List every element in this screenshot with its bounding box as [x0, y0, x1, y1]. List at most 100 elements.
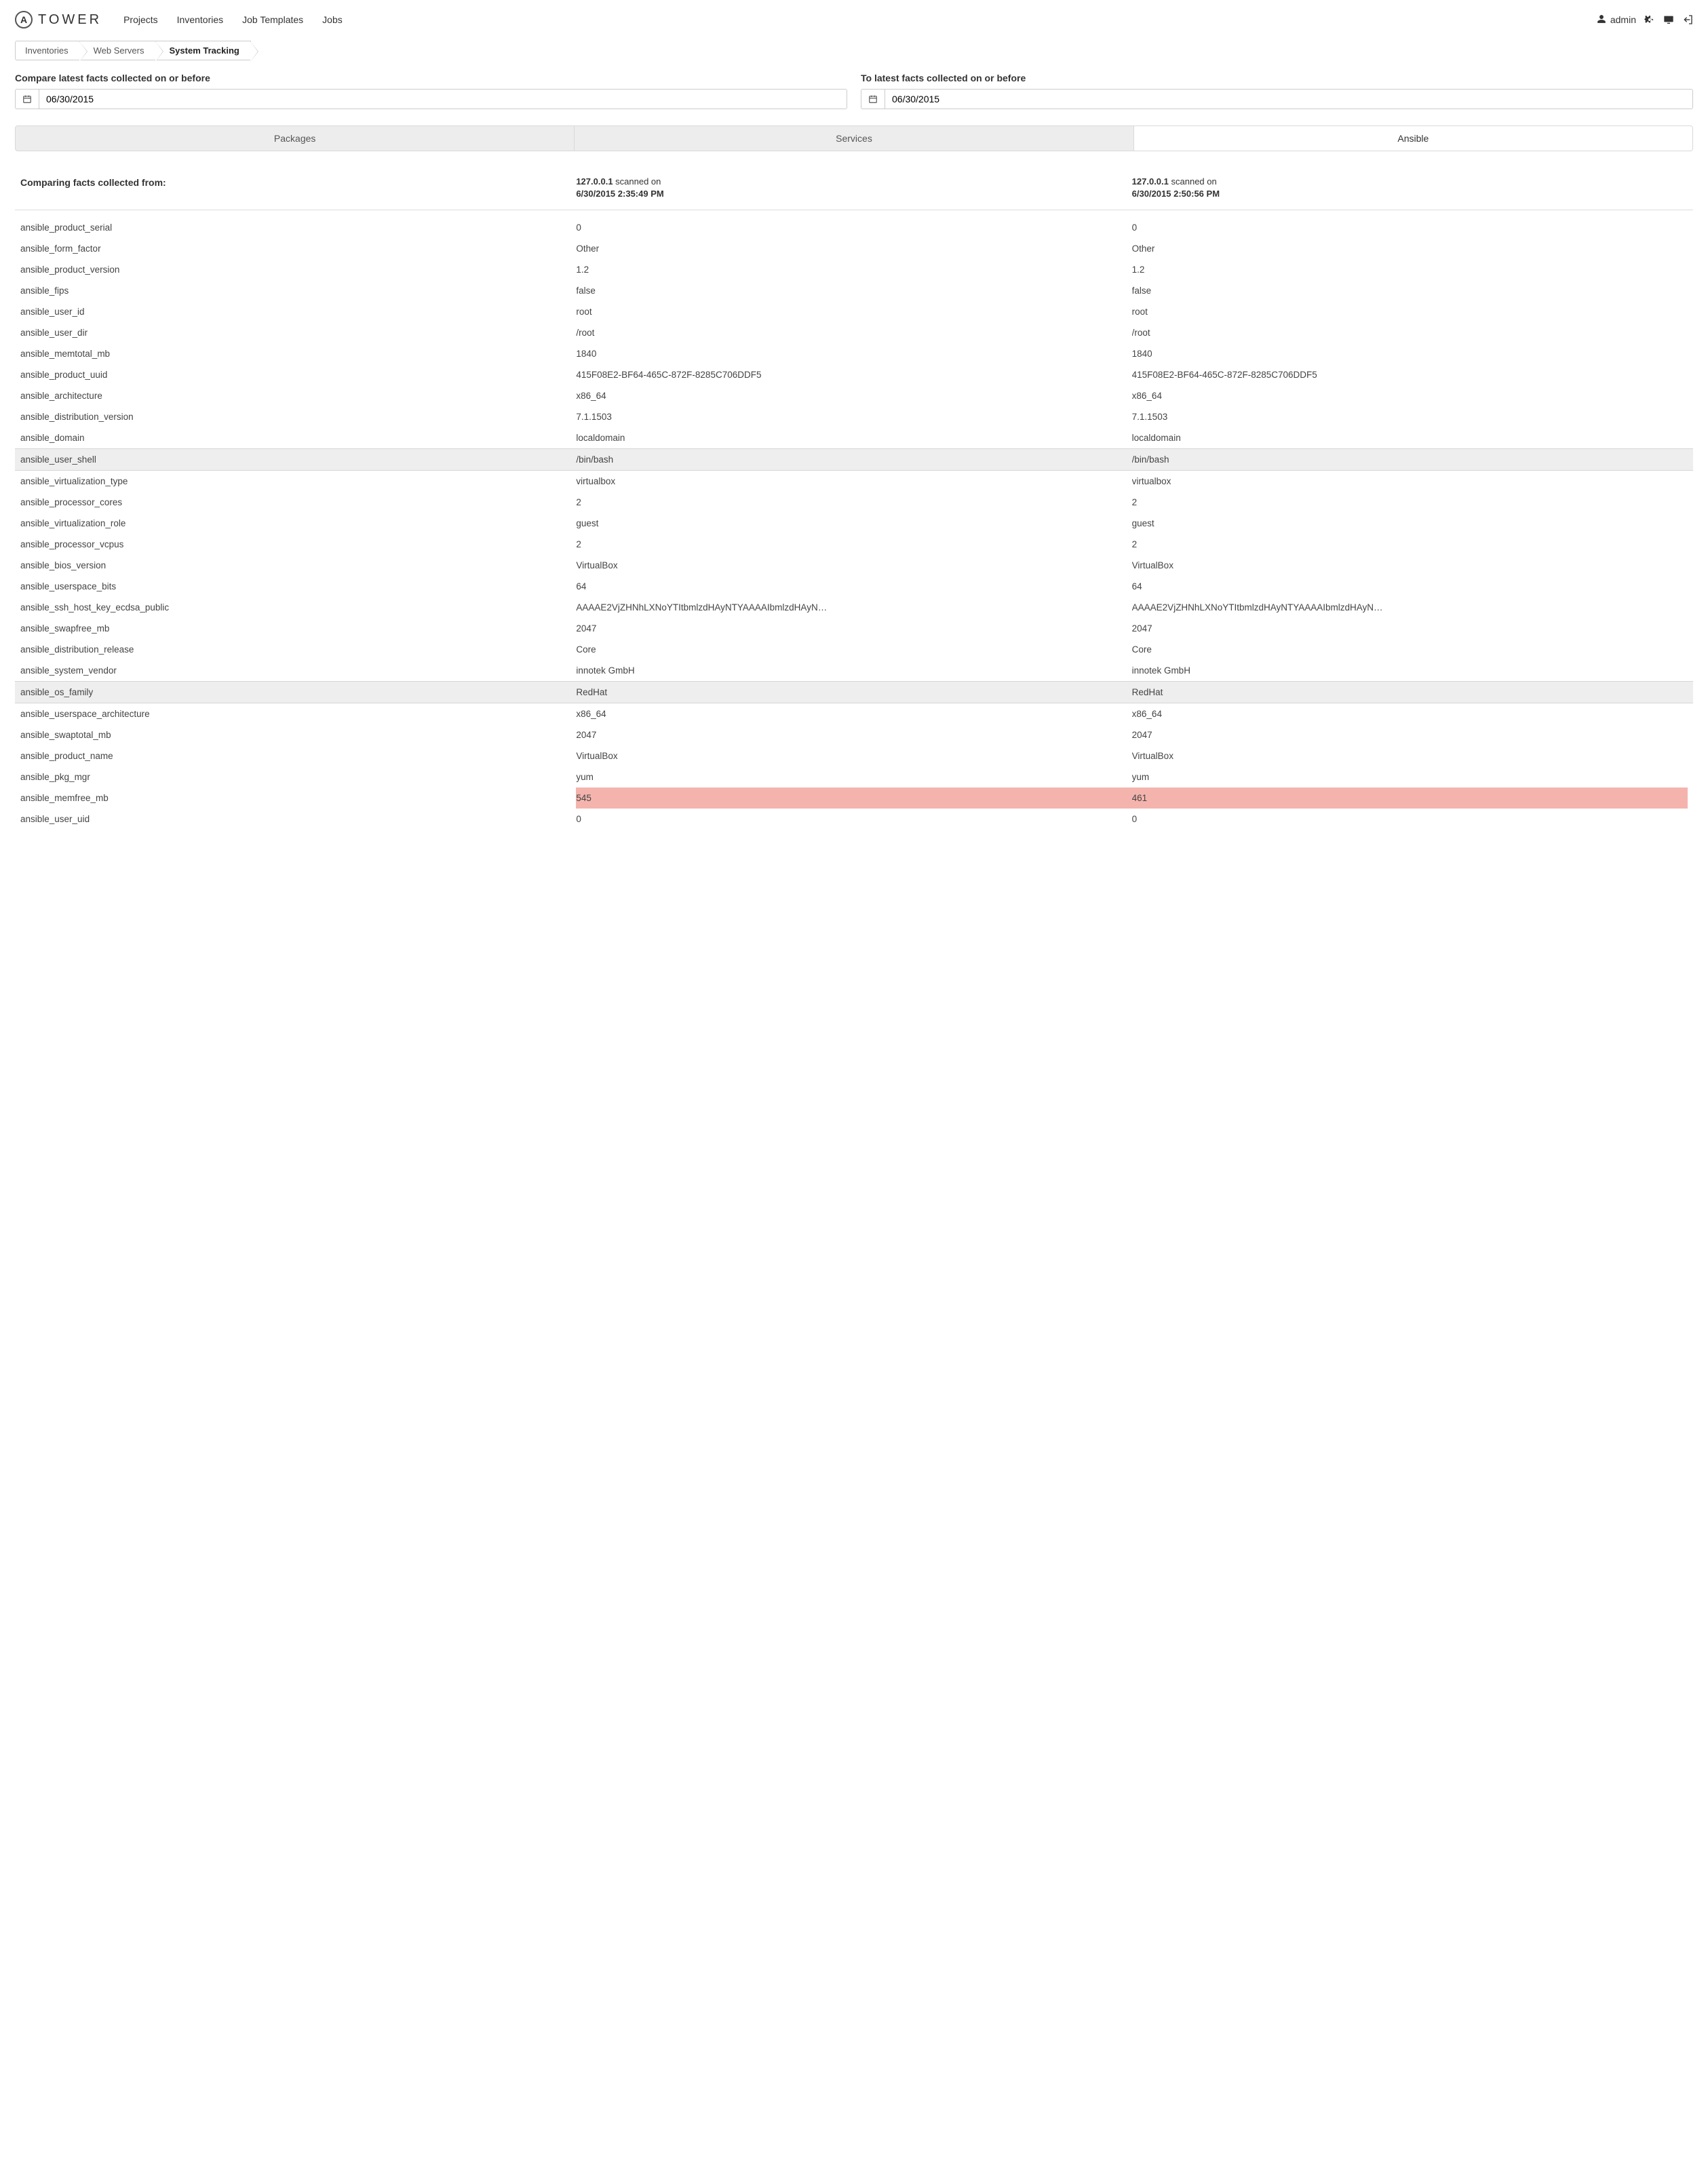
scan2-suffix: scanned on	[1171, 176, 1217, 187]
fact-value-1: x86_64	[576, 391, 1131, 401]
fact-row: ansible_user_shell/bin/bash/bin/bash	[15, 448, 1693, 471]
fact-row: ansible_swapfree_mb20472047	[15, 618, 1693, 639]
compare-dates: Compare latest facts collected on or bef…	[15, 73, 1693, 109]
compare-left-date-input[interactable]	[39, 89, 847, 109]
username: admin	[1610, 14, 1636, 25]
fact-module-tabs: Packages Services Ansible	[15, 125, 1693, 151]
fact-value-2: Core	[1132, 644, 1688, 655]
fact-value-1: Core	[576, 644, 1131, 655]
fact-key: ansible_ssh_host_key_ecdsa_public	[20, 602, 576, 613]
calendar-icon[interactable]	[861, 89, 885, 109]
monitor-icon[interactable]	[1663, 14, 1674, 25]
comparison-header: Comparing facts collected from: 127.0.0.…	[15, 176, 1693, 210]
fact-key: ansible_user_shell	[20, 454, 576, 465]
compare-left-label: Compare latest facts collected on or bef…	[15, 73, 847, 83]
fact-value-2: 64	[1132, 581, 1688, 591]
fact-value-1: Other	[576, 244, 1131, 254]
fact-value-1: 2	[576, 539, 1131, 549]
fact-value-2: 1.2	[1132, 265, 1688, 275]
fact-value-2: 2	[1132, 497, 1688, 507]
fact-row: ansible_userspace_bits6464	[15, 576, 1693, 597]
fact-key: ansible_pkg_mgr	[20, 772, 576, 782]
fact-value-1: /root	[576, 328, 1131, 338]
fact-key: ansible_virtualization_type	[20, 476, 576, 486]
tab-ansible[interactable]: Ansible	[1134, 125, 1693, 151]
fact-row: ansible_product_uuid415F08E2-BF64-465C-8…	[15, 364, 1693, 385]
nav-projects[interactable]: Projects	[123, 14, 158, 25]
fact-row: ansible_distribution_version7.1.15037.1.…	[15, 406, 1693, 427]
nav-jobs[interactable]: Jobs	[322, 14, 343, 25]
fact-key: ansible_user_id	[20, 307, 576, 317]
nav-job-templates[interactable]: Job Templates	[242, 14, 303, 25]
user-icon	[1597, 14, 1606, 26]
settings-icon[interactable]	[1644, 14, 1655, 25]
facts-table: ansible_product_serial00 ansible_form_fac…	[15, 217, 1693, 830]
fact-value-1: root	[576, 307, 1131, 317]
fact-key: ansible_user_dir	[20, 328, 576, 338]
fact-value-2: VirtualBox	[1132, 751, 1688, 761]
fact-row: ansible_product_serial00	[15, 217, 1693, 238]
fact-key: ansible_user_uid	[20, 814, 576, 824]
fact-value-2: RedHat	[1132, 687, 1688, 697]
fact-value-2: VirtualBox	[1132, 560, 1688, 570]
fact-value-1: /bin/bash	[576, 454, 1131, 465]
comparison-header-label: Comparing facts collected from:	[20, 176, 576, 200]
scan1-timestamp: 6/30/2015 2:35:49 PM	[576, 189, 663, 199]
fact-key: ansible_fips	[20, 286, 576, 296]
tab-services[interactable]: Services	[575, 125, 1133, 151]
fact-key: ansible_form_factor	[20, 244, 576, 254]
fact-key: ansible_system_vendor	[20, 665, 576, 676]
current-user[interactable]: admin	[1597, 14, 1636, 26]
fact-value-2: virtualbox	[1132, 476, 1688, 486]
nav-inventories[interactable]: Inventories	[177, 14, 223, 25]
fact-value-1: virtualbox	[576, 476, 1131, 486]
fact-key: ansible_userspace_bits	[20, 581, 576, 591]
fact-row: ansible_system_vendorinnotek GmbHinnotek…	[15, 660, 1693, 681]
fact-value-2: 1840	[1132, 349, 1688, 359]
fact-value-2: /root	[1132, 328, 1688, 338]
fact-row: ansible_distribution_releaseCoreCore	[15, 639, 1693, 660]
fact-value-1: VirtualBox	[576, 560, 1131, 570]
fact-value-2: root	[1132, 307, 1688, 317]
fact-value-1: innotek GmbH	[576, 665, 1131, 676]
breadcrumb-web-servers[interactable]: Web Servers	[79, 41, 155, 60]
fact-value-1: 545	[576, 788, 1131, 809]
fact-value-1: 2047	[576, 623, 1131, 634]
fact-row: ansible_userspace_architecturex86_64x86_…	[15, 703, 1693, 724]
fact-value-1: 1.2	[576, 265, 1131, 275]
fact-value-1: 0	[576, 814, 1131, 824]
breadcrumb-inventories[interactable]: Inventories	[15, 41, 79, 60]
fact-value-2: 2	[1132, 539, 1688, 549]
fact-row: ansible_swaptotal_mb20472047	[15, 724, 1693, 745]
fact-row: ansible_user_uid00	[15, 809, 1693, 830]
breadcrumb-system-tracking[interactable]: System Tracking	[155, 41, 251, 60]
fact-row: ansible_product_version1.21.2	[15, 259, 1693, 280]
fact-key: ansible_distribution_release	[20, 644, 576, 655]
tab-packages[interactable]: Packages	[15, 125, 575, 151]
fact-row: ansible_os_familyRedHatRedHat	[15, 681, 1693, 703]
fact-key: ansible_processor_cores	[20, 497, 576, 507]
fact-key: ansible_os_family	[20, 687, 576, 697]
fact-value-1: localdomain	[576, 433, 1131, 443]
logo[interactable]: A TOWER	[15, 11, 102, 28]
fact-row: ansible_processor_cores22	[15, 492, 1693, 513]
compare-right-label: To latest facts collected on or before	[861, 73, 1693, 83]
fact-value-2: 461	[1132, 788, 1688, 809]
fact-value-1: 7.1.1503	[576, 412, 1131, 422]
fact-key: ansible_domain	[20, 433, 576, 443]
fact-key: ansible_memfree_mb	[20, 788, 576, 809]
fact-value-1: guest	[576, 518, 1131, 528]
scan1-ip: 127.0.0.1	[576, 176, 613, 187]
fact-value-2: Other	[1132, 244, 1688, 254]
fact-value-2: guest	[1132, 518, 1688, 528]
fact-key: ansible_memtotal_mb	[20, 349, 576, 359]
fact-row: ansible_memfree_mb545461	[15, 788, 1693, 809]
logout-icon[interactable]	[1682, 14, 1693, 25]
compare-right-date-input[interactable]	[885, 89, 1693, 109]
fact-value-1: 64	[576, 581, 1131, 591]
calendar-icon[interactable]	[15, 89, 39, 109]
fact-value-1: 0	[576, 222, 1131, 233]
fact-value-2: localdomain	[1132, 433, 1688, 443]
topbar: A TOWER Projects Inventories Job Templat…	[15, 11, 1693, 28]
fact-key: ansible_product_version	[20, 265, 576, 275]
